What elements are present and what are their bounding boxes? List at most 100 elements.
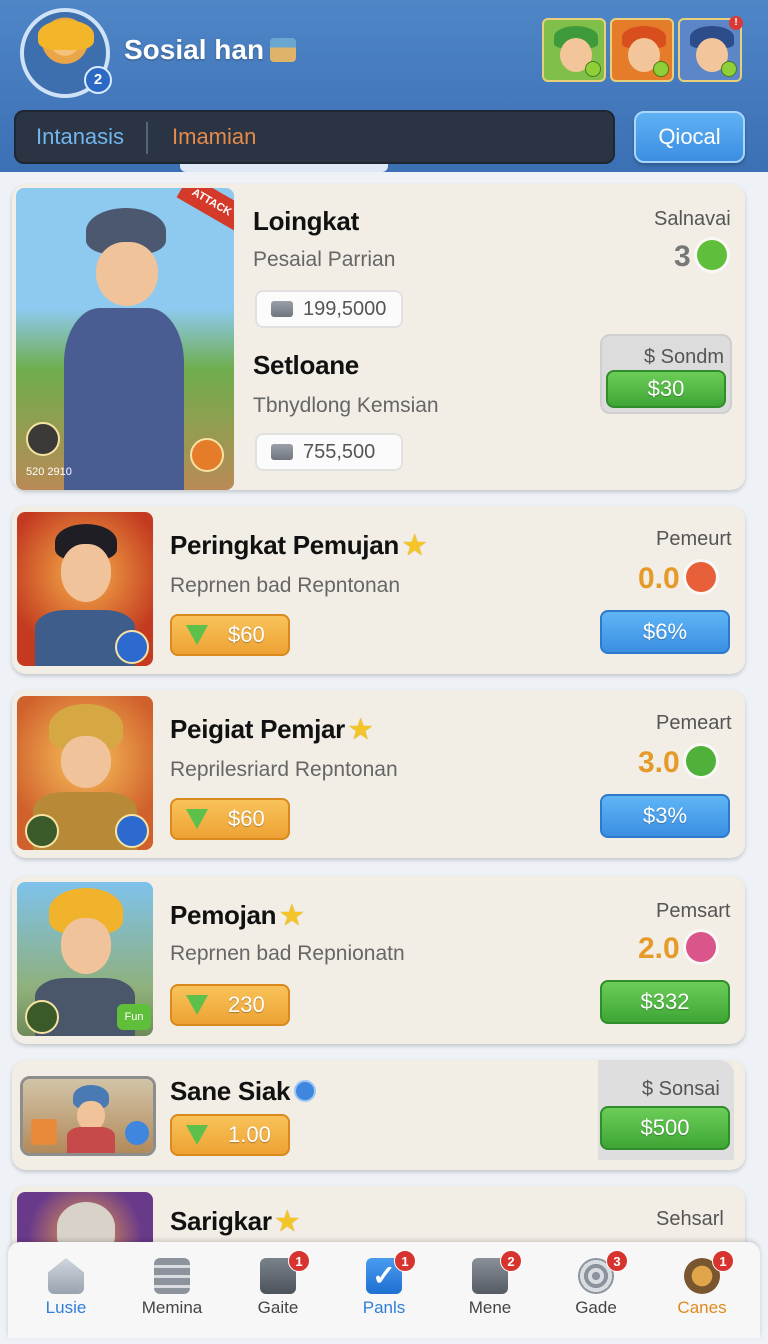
nav-badge-canes: 1 xyxy=(712,1250,734,1272)
offer-title-3: Pemojan ★ xyxy=(170,900,304,931)
offer-gem-button-2[interactable]: $60 xyxy=(170,798,290,840)
star-badge-icon xyxy=(115,814,149,848)
offer-right-value-row-1: 0.0 xyxy=(638,562,716,596)
tab-divider xyxy=(146,122,148,154)
orange-gear-icon xyxy=(685,562,716,592)
offer-price-label-4: $ Sonsai xyxy=(642,1078,720,1100)
offer-right-value-1: 0.0 xyxy=(638,562,680,595)
star-icon: ★ xyxy=(349,714,373,744)
friend-avatar-1[interactable] xyxy=(542,18,606,82)
shield-icon xyxy=(26,422,60,456)
offer-title-4: Sane Siak xyxy=(170,1076,317,1107)
featured-subtitle-2: Tbnydlong Kemsian xyxy=(253,394,439,417)
gem-icon xyxy=(186,1125,208,1145)
star-badge-icon xyxy=(115,630,149,664)
offer-title-1: Peringkat Pemujan ★ xyxy=(170,530,426,561)
offer-gem-button-1[interactable]: $60 xyxy=(170,614,290,656)
featured-buy-button[interactable]: $30 xyxy=(606,370,726,408)
profile-level-badge: 2 xyxy=(84,66,112,94)
featured-price-box: $ Sondm $30 xyxy=(600,334,732,414)
leaf-badge-icon xyxy=(25,1000,59,1034)
offer-title-text-5: Sarigkar xyxy=(170,1206,272,1236)
offer-right-label-5: Sehsarl xyxy=(656,1208,724,1230)
hero-body xyxy=(67,1127,115,1153)
fun-badge: Fun xyxy=(117,1004,151,1030)
home-icon xyxy=(48,1258,84,1294)
nav-item-memina[interactable]: Memina xyxy=(120,1242,224,1338)
featured-card[interactable]: 520 2910 ATTACK Loingkat Pesaial Parrian… xyxy=(12,184,745,490)
page-title-text: Sosial han xyxy=(124,34,265,65)
stack-icon xyxy=(154,1258,190,1294)
featured-value-pill-1: 199,5000 xyxy=(255,290,403,328)
offer-right-label-3: Pemsart xyxy=(656,900,731,922)
offer-title-text-3: Pemojan xyxy=(170,900,277,930)
tab-intanasis[interactable]: Intanasis xyxy=(36,124,124,150)
offer-card-2[interactable]: Peigiat Pemjar ★ Reprilesriard Repntonan … xyxy=(12,690,745,858)
tab-bar: Intanasis Imamian xyxy=(14,110,615,164)
offer-gem-value-4: 1.00 xyxy=(228,1122,271,1147)
character-icon xyxy=(270,38,297,62)
offer-gem-button-4[interactable]: 1.00 xyxy=(170,1114,290,1156)
star-icon: ★ xyxy=(402,530,426,560)
green-gear-icon xyxy=(696,240,727,270)
crate-icon xyxy=(31,1119,57,1145)
nav-label-gaite: Gaite xyxy=(257,1298,299,1317)
offer-gem-button-3[interactable]: 230 xyxy=(170,984,290,1026)
nav-label-memina: Memina xyxy=(141,1298,203,1317)
offer-card-4[interactable]: Sane Siak 1.00 $ Sonsai $500 xyxy=(12,1060,745,1170)
offer-right-value-row-2: 3.0 xyxy=(638,746,716,780)
nav-label-lusie: Lusie xyxy=(45,1298,87,1317)
nav-item-gaite[interactable]: 1 Gaite xyxy=(226,1242,330,1338)
cash-icon xyxy=(271,444,293,460)
nav-label-canes: Canes xyxy=(677,1298,727,1317)
gem-icon xyxy=(186,809,208,829)
tab-imamian[interactable]: Imamian xyxy=(172,124,256,150)
nav-label-panls: Panls xyxy=(362,1298,406,1317)
boost-icon xyxy=(190,438,224,472)
nav-item-gade[interactable]: 3 Gade xyxy=(544,1242,648,1338)
nav-badge-mene: 2 xyxy=(500,1250,522,1272)
offer-buy-button-1[interactable]: $6% xyxy=(600,610,730,654)
offer-right-value-2: 3.0 xyxy=(638,746,680,779)
local-button[interactable]: Qiocal xyxy=(634,111,745,163)
offer-buy-button-4[interactable]: $500 xyxy=(600,1106,730,1150)
nav-item-panls[interactable]: ✓ 1 Panls xyxy=(332,1242,436,1338)
offer-gem-value-2: $60 xyxy=(228,806,265,831)
offer-title-text-1: Peringkat Pemujan xyxy=(170,530,399,560)
nav-item-lusie[interactable]: Lusie xyxy=(14,1242,118,1338)
offer-buy-button-3[interactable]: $332 xyxy=(600,980,730,1024)
info-icon xyxy=(294,1080,317,1102)
featured-right-value-row: 3 xyxy=(674,240,727,274)
avatar-hair xyxy=(38,20,94,50)
offer-card-3[interactable]: Fun Pemojan ★ Reprnen bad Repnionatn 230 … xyxy=(12,876,745,1044)
gem-icon xyxy=(186,995,208,1015)
active-tab-indicator xyxy=(180,164,388,172)
featured-right-label: Salnavai xyxy=(654,208,731,230)
hero-body xyxy=(64,308,184,490)
star-icon: ★ xyxy=(280,900,304,930)
offer-subtitle-3: Reprnen bad Repnionatn xyxy=(170,942,405,965)
cash-icon xyxy=(271,301,293,317)
offer-right-label-1: Pemeurt xyxy=(656,528,732,550)
friend-status-icon xyxy=(653,61,669,77)
featured-thumbnail: 520 2910 ATTACK xyxy=(16,188,234,490)
top-header: 2 Sosial han ! Intanasis Imamian Qiocal xyxy=(0,0,768,172)
offer-title-5: Sarigkar ★ xyxy=(170,1206,299,1237)
offer-buy-button-2[interactable]: $3% xyxy=(600,794,730,838)
hero-face xyxy=(61,736,111,788)
plus-badge-icon xyxy=(125,1121,149,1145)
nav-item-mene[interactable]: 2 Mene xyxy=(438,1242,542,1338)
nav-item-canes[interactable]: 1 Canes xyxy=(650,1242,754,1338)
nav-label-gade: Gade xyxy=(575,1298,617,1317)
offer-card-1[interactable]: Peringkat Pemujan ★ Reprnen bad Repntonan… xyxy=(12,506,745,674)
green-gear-icon xyxy=(685,746,716,776)
featured-price-label: $ Sondm xyxy=(644,346,725,368)
offer-title-text-2: Peigiat Pemjar xyxy=(170,714,345,744)
offer-gem-value-1: $60 xyxy=(228,622,265,647)
offer-subtitle-2: Reprilesriard Repntonan xyxy=(170,758,398,781)
page-title: Sosial han xyxy=(124,34,297,66)
offer-title-2: Peigiat Pemjar ★ xyxy=(170,714,372,745)
friend-avatar-2[interactable] xyxy=(610,18,674,82)
nav-badge-panls: 1 xyxy=(394,1250,416,1272)
featured-value-pill-2: 755,500 xyxy=(255,433,403,471)
